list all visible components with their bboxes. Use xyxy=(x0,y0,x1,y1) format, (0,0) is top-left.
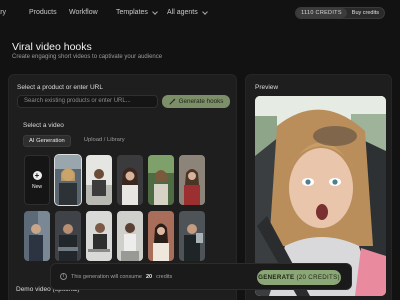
wand-icon xyxy=(168,98,176,105)
credits-count: 1110 CREDITS xyxy=(296,8,347,18)
video-source-tabs: AI Generation Upload / Library xyxy=(23,135,130,147)
video-thumb[interactable] xyxy=(148,155,174,205)
video-thumb[interactable] xyxy=(117,211,143,261)
nav-products[interactable]: Products xyxy=(29,9,57,16)
select-product-label: Select a product or enter URL xyxy=(17,84,103,91)
preview-label: Preview xyxy=(255,84,279,91)
product-url-input[interactable]: Search existing products or enter URL... xyxy=(17,95,158,108)
video-thumb[interactable] xyxy=(86,155,112,205)
generate-hooks-button[interactable]: Generate hooks xyxy=(162,95,230,108)
page-subtitle: Create engaging short videos to captivat… xyxy=(12,54,163,60)
video-thumb[interactable] xyxy=(117,155,143,205)
credits-pill: 1110 CREDITS Buy credits xyxy=(295,7,385,19)
chevron-down-icon xyxy=(201,8,208,15)
generation-footer: i This generation will consume 20 credit… xyxy=(50,263,352,290)
credits-consumption-note: i This generation will consume 20 credit… xyxy=(60,273,172,280)
nav-all-agents[interactable]: All agents xyxy=(167,8,208,16)
tab-upload-library[interactable]: Upload / Library xyxy=(79,135,130,147)
video-thumb[interactable] xyxy=(24,211,50,261)
info-icon: i xyxy=(60,273,67,280)
nav-templates[interactable]: Templates xyxy=(116,8,158,16)
tab-ai-generation[interactable]: AI Generation xyxy=(23,135,71,147)
video-thumb[interactable] xyxy=(179,211,205,261)
video-thumb[interactable] xyxy=(148,211,174,261)
video-thumb[interactable] xyxy=(86,211,112,261)
nav-library[interactable]: rary xyxy=(0,9,6,16)
generate-button[interactable]: GENERATE (20 CREDITS) xyxy=(257,270,341,285)
new-video-tile[interactable]: + New xyxy=(24,155,50,205)
plus-icon: + xyxy=(32,170,42,180)
top-nav: rary Products Workflow Templates All age… xyxy=(0,0,400,26)
page-title: Viral video hooks xyxy=(12,41,92,53)
chevron-down-icon xyxy=(152,8,158,15)
video-thumb[interactable] xyxy=(55,211,81,261)
nav-workflow[interactable]: Workflow xyxy=(69,9,98,16)
video-thumb[interactable] xyxy=(179,155,205,205)
video-thumb[interactable] xyxy=(54,154,82,206)
select-video-label: Select a video xyxy=(23,122,64,129)
buy-credits-button[interactable]: Buy credits xyxy=(347,8,384,18)
